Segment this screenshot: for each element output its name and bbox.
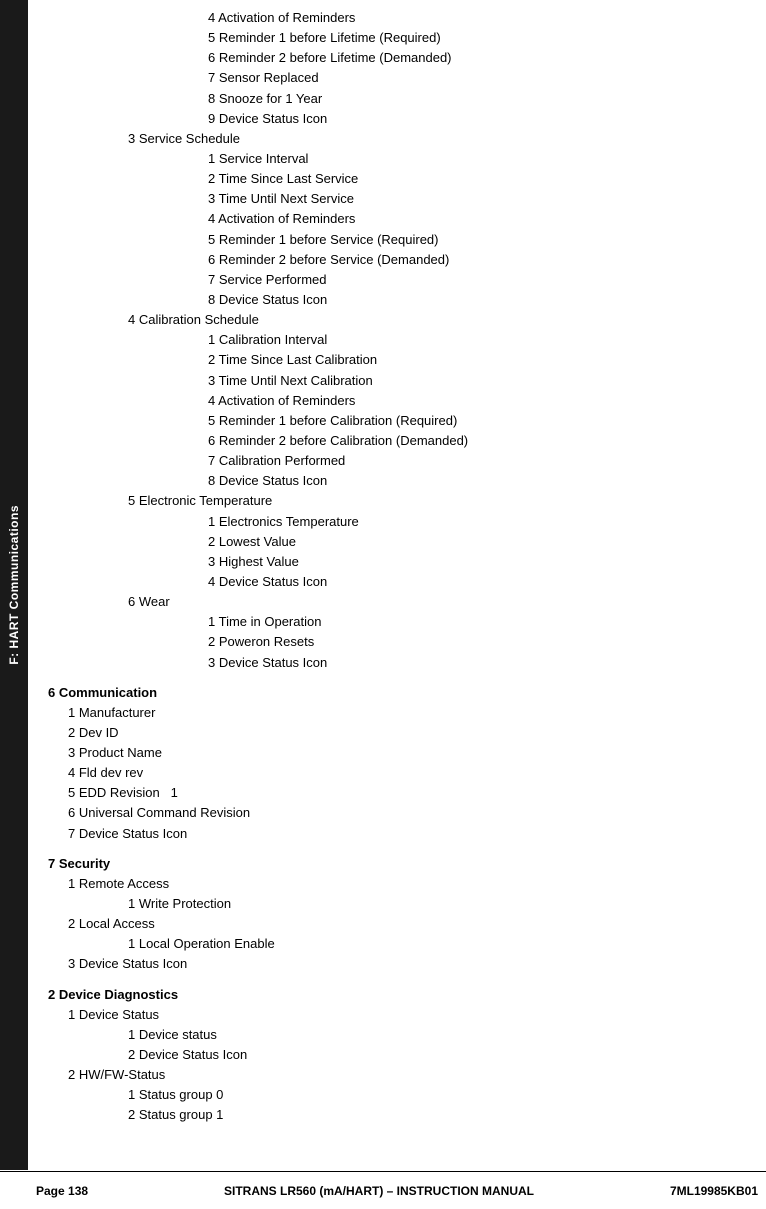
list-item: 4 Device Status Icon <box>208 572 746 592</box>
list-item: 4 Calibration Schedule <box>128 310 746 330</box>
list-item: 8 Device Status Icon <box>208 471 746 491</box>
list-item: 3 Device Status Icon <box>68 954 746 974</box>
list-item: 3 Highest Value <box>208 552 746 572</box>
sidebar: F: HART Communications <box>0 0 28 1170</box>
list-item: 4 Activation of Reminders <box>208 391 746 411</box>
list-item: 7 Calibration Performed <box>208 451 746 471</box>
list-item: 1 Remote Access <box>68 874 746 894</box>
list-item: 2 Dev ID <box>68 723 746 743</box>
list-item: 2 Time Since Last Service <box>208 169 746 189</box>
footer-page: Page 138 <box>36 1184 88 1198</box>
list-item: 6 Reminder 2 before Calibration (Demande… <box>208 431 746 451</box>
list-item: 6 Reminder 2 before Lifetime (Demanded) <box>208 48 746 68</box>
list-item: 2 HW/FW-Status <box>68 1065 746 1085</box>
list-item: 4 Activation of Reminders <box>208 8 746 28</box>
list-item: 5 Reminder 1 before Lifetime (Required) <box>208 28 746 48</box>
list-item: 1 Device Status <box>68 1005 746 1025</box>
list-item: 3 Device Status Icon <box>208 653 746 673</box>
list-item: 7 Device Status Icon <box>68 824 746 844</box>
footer: Page 138 SITRANS LR560 (mA/HART) – INSTR… <box>0 1171 766 1209</box>
list-item: 8 Snooze for 1 Year <box>208 89 746 109</box>
sidebar-label: F: HART Communications <box>7 505 21 665</box>
list-item: 2 Local Access <box>68 914 746 934</box>
section-heading: 6 Communication <box>48 683 746 703</box>
list-item: 1 Write Protection <box>128 894 746 914</box>
footer-title: SITRANS LR560 (mA/HART) – INSTRUCTION MA… <box>224 1184 534 1198</box>
list-item: 6 Universal Command Revision <box>68 803 746 823</box>
list-item: 1 Electronics Temperature <box>208 512 746 532</box>
list-item: 5 EDD Revision 1 <box>68 783 746 803</box>
list-item: 1 Local Operation Enable <box>128 934 746 954</box>
list-item: 9 Device Status Icon <box>208 109 746 129</box>
list-item: 1 Device status <box>128 1025 746 1045</box>
list-item: 7 Sensor Replaced <box>208 68 746 88</box>
list-item: 2 Poweron Resets <box>208 632 746 652</box>
list-item: 6 Reminder 2 before Service (Demanded) <box>208 250 746 270</box>
section-communication: 6 Communication 1 Manufacturer 2 Dev ID … <box>48 683 746 844</box>
main-content: 4 Activation of Reminders 5 Reminder 1 b… <box>28 0 766 1170</box>
list-item: 1 Service Interval <box>208 149 746 169</box>
list-item: 3 Service Schedule <box>128 129 746 149</box>
section-security: 7 Security 1 Remote Access 1 Write Prote… <box>48 854 746 975</box>
list-item: 1 Calibration Interval <box>208 330 746 350</box>
list-item: 2 Status group 1 <box>128 1105 746 1125</box>
list-item: 2 Device Status Icon <box>128 1045 746 1065</box>
section-heading: 7 Security <box>48 854 746 874</box>
list-item: 4 Activation of Reminders <box>208 209 746 229</box>
list-item: 7 Service Performed <box>208 270 746 290</box>
list-item: 3 Product Name <box>68 743 746 763</box>
list-item: 5 Reminder 1 before Calibration (Require… <box>208 411 746 431</box>
list-item: 2 Lowest Value <box>208 532 746 552</box>
section-heading: 2 Device Diagnostics <box>48 985 746 1005</box>
section-device-diagnostics: 2 Device Diagnostics 1 Device Status 1 D… <box>48 985 746 1126</box>
top-lines: 4 Activation of Reminders 5 Reminder 1 b… <box>48 8 746 673</box>
list-item: 4 Fld dev rev <box>68 763 746 783</box>
list-item: 1 Manufacturer <box>68 703 746 723</box>
list-item: 5 Electronic Temperature <box>128 491 746 511</box>
footer-code: 7ML19985KB01 <box>670 1184 758 1198</box>
list-item: 6 Wear <box>128 592 746 612</box>
list-item: 3 Time Until Next Calibration <box>208 371 746 391</box>
list-item: 5 Reminder 1 before Service (Required) <box>208 230 746 250</box>
list-item: 2 Time Since Last Calibration <box>208 350 746 370</box>
list-item: 1 Time in Operation <box>208 612 746 632</box>
list-item: 3 Time Until Next Service <box>208 189 746 209</box>
list-item: 1 Status group 0 <box>128 1085 746 1105</box>
list-item: 8 Device Status Icon <box>208 290 746 310</box>
